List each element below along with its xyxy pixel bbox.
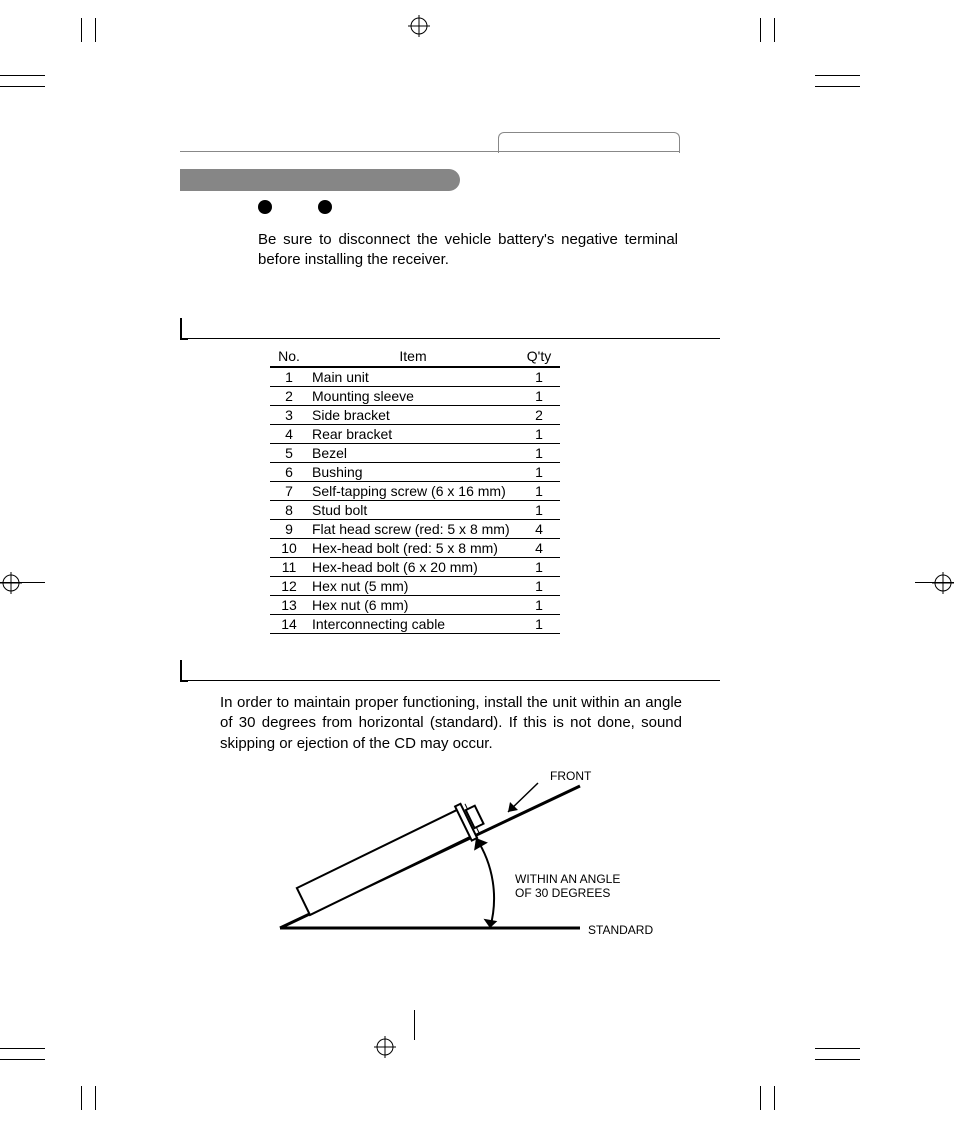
cell-no: 5 bbox=[270, 444, 308, 463]
table-row: 8Stud bolt1 bbox=[270, 501, 560, 520]
table-row: 1Main unit1 bbox=[270, 367, 560, 387]
cell-item: Side bracket bbox=[308, 406, 518, 425]
cell-qty: 1 bbox=[518, 501, 560, 520]
warning-text: Be sure to disconnect the vehicle batter… bbox=[258, 230, 678, 269]
cell-qty: 1 bbox=[518, 387, 560, 406]
cell-item: Hex nut (5 mm) bbox=[308, 577, 518, 596]
cell-item: Hex-head bolt (6 x 20 mm) bbox=[308, 558, 518, 577]
cropmark bbox=[81, 18, 82, 42]
cell-no: 2 bbox=[270, 387, 308, 406]
registration-mark bbox=[0, 572, 22, 594]
cell-qty: 1 bbox=[518, 558, 560, 577]
table-row: 14Interconnecting cable1 bbox=[270, 615, 560, 634]
cell-no: 7 bbox=[270, 482, 308, 501]
diagram-label-within: WITHIN AN ANGLE OF 30 DEGREES bbox=[515, 873, 635, 901]
table-row: 11Hex-head bolt (6 x 20 mm)1 bbox=[270, 558, 560, 577]
cell-item: Rear bracket bbox=[308, 425, 518, 444]
angle-text: In order to maintain proper functioning,… bbox=[220, 693, 682, 754]
cropmark bbox=[0, 1059, 45, 1060]
cropmark bbox=[0, 75, 45, 76]
cell-item: Bezel bbox=[308, 444, 518, 463]
section-title-bar bbox=[180, 169, 460, 191]
cropmark bbox=[760, 18, 761, 42]
cropmark bbox=[815, 75, 860, 76]
cell-item: Flat head screw (red: 5 x 8 mm) bbox=[308, 520, 518, 539]
diagram-label-front: FRONT bbox=[550, 770, 591, 784]
cell-item: Bushing bbox=[308, 463, 518, 482]
cell-item: Interconnecting cable bbox=[308, 615, 518, 634]
col-header-item: Item bbox=[308, 346, 518, 367]
cell-item: Hex-head bolt (red: 5 x 8 mm) bbox=[308, 539, 518, 558]
cell-no: 8 bbox=[270, 501, 308, 520]
install-angle-diagram: FRONT WITHIN AN ANGLE OF 30 DEGREES STAN… bbox=[280, 770, 580, 950]
table-row: 6Bushing1 bbox=[270, 463, 560, 482]
cell-qty: 1 bbox=[518, 444, 560, 463]
table-row: 13Hex nut (6 mm)1 bbox=[270, 596, 560, 615]
cell-qty: 1 bbox=[518, 577, 560, 596]
parts-table: No. Item Q'ty 1Main unit12Mounting sleev… bbox=[270, 346, 560, 634]
table-row: 4Rear bracket1 bbox=[270, 425, 560, 444]
cell-no: 9 bbox=[270, 520, 308, 539]
cropmark bbox=[0, 86, 45, 87]
cell-qty: 1 bbox=[518, 367, 560, 387]
cell-no: 6 bbox=[270, 463, 308, 482]
cell-qty: 1 bbox=[518, 463, 560, 482]
cell-item: Hex nut (6 mm) bbox=[308, 596, 518, 615]
cell-qty: 4 bbox=[518, 520, 560, 539]
cropmark bbox=[760, 1086, 761, 1110]
cropmark bbox=[774, 18, 775, 42]
table-row: 5Bezel1 bbox=[270, 444, 560, 463]
cropmark bbox=[815, 1059, 860, 1060]
cell-no: 3 bbox=[270, 406, 308, 425]
table-row: 12Hex nut (5 mm)1 bbox=[270, 577, 560, 596]
col-header-qty: Q'ty bbox=[518, 346, 560, 367]
cropmark bbox=[95, 1086, 96, 1110]
cropmark bbox=[815, 86, 860, 87]
cell-item: Main unit bbox=[308, 367, 518, 387]
table-row: 7Self-tapping screw (6 x 16 mm)1 bbox=[270, 482, 560, 501]
cell-item: Stud bolt bbox=[308, 501, 518, 520]
cell-no: 14 bbox=[270, 615, 308, 634]
header-tab-outline bbox=[498, 132, 680, 153]
table-row: 2Mounting sleeve1 bbox=[270, 387, 560, 406]
cell-qty: 2 bbox=[518, 406, 560, 425]
cell-no: 13 bbox=[270, 596, 308, 615]
table-row: 9Flat head screw (red: 5 x 8 mm)4 bbox=[270, 520, 560, 539]
cell-no: 1 bbox=[270, 367, 308, 387]
table-row: 10Hex-head bolt (red: 5 x 8 mm)4 bbox=[270, 539, 560, 558]
diagram-label-standard: STANDARD bbox=[588, 924, 653, 938]
cell-qty: 1 bbox=[518, 615, 560, 634]
cell-qty: 1 bbox=[518, 425, 560, 444]
registration-mark bbox=[374, 1036, 396, 1058]
col-header-no: No. bbox=[270, 346, 308, 367]
cropmark bbox=[95, 18, 96, 42]
cell-no: 12 bbox=[270, 577, 308, 596]
cell-item: Mounting sleeve bbox=[308, 387, 518, 406]
cropmark bbox=[774, 1086, 775, 1110]
cell-qty: 4 bbox=[518, 539, 560, 558]
registration-mark bbox=[408, 15, 430, 37]
cropmark bbox=[81, 1086, 82, 1110]
cell-qty: 1 bbox=[518, 482, 560, 501]
registration-mark bbox=[932, 572, 954, 594]
header-rule bbox=[180, 151, 680, 152]
cropmark bbox=[0, 1048, 45, 1049]
cell-qty: 1 bbox=[518, 596, 560, 615]
cell-item: Self-tapping screw (6 x 16 mm) bbox=[308, 482, 518, 501]
cropmark bbox=[815, 1048, 860, 1049]
cell-no: 4 bbox=[270, 425, 308, 444]
table-header-row: No. Item Q'ty bbox=[270, 346, 560, 367]
warning-bullets bbox=[258, 200, 332, 214]
cell-no: 10 bbox=[270, 539, 308, 558]
cell-no: 11 bbox=[270, 558, 308, 577]
table-row: 3Side bracket2 bbox=[270, 406, 560, 425]
cropmark bbox=[414, 1010, 415, 1040]
